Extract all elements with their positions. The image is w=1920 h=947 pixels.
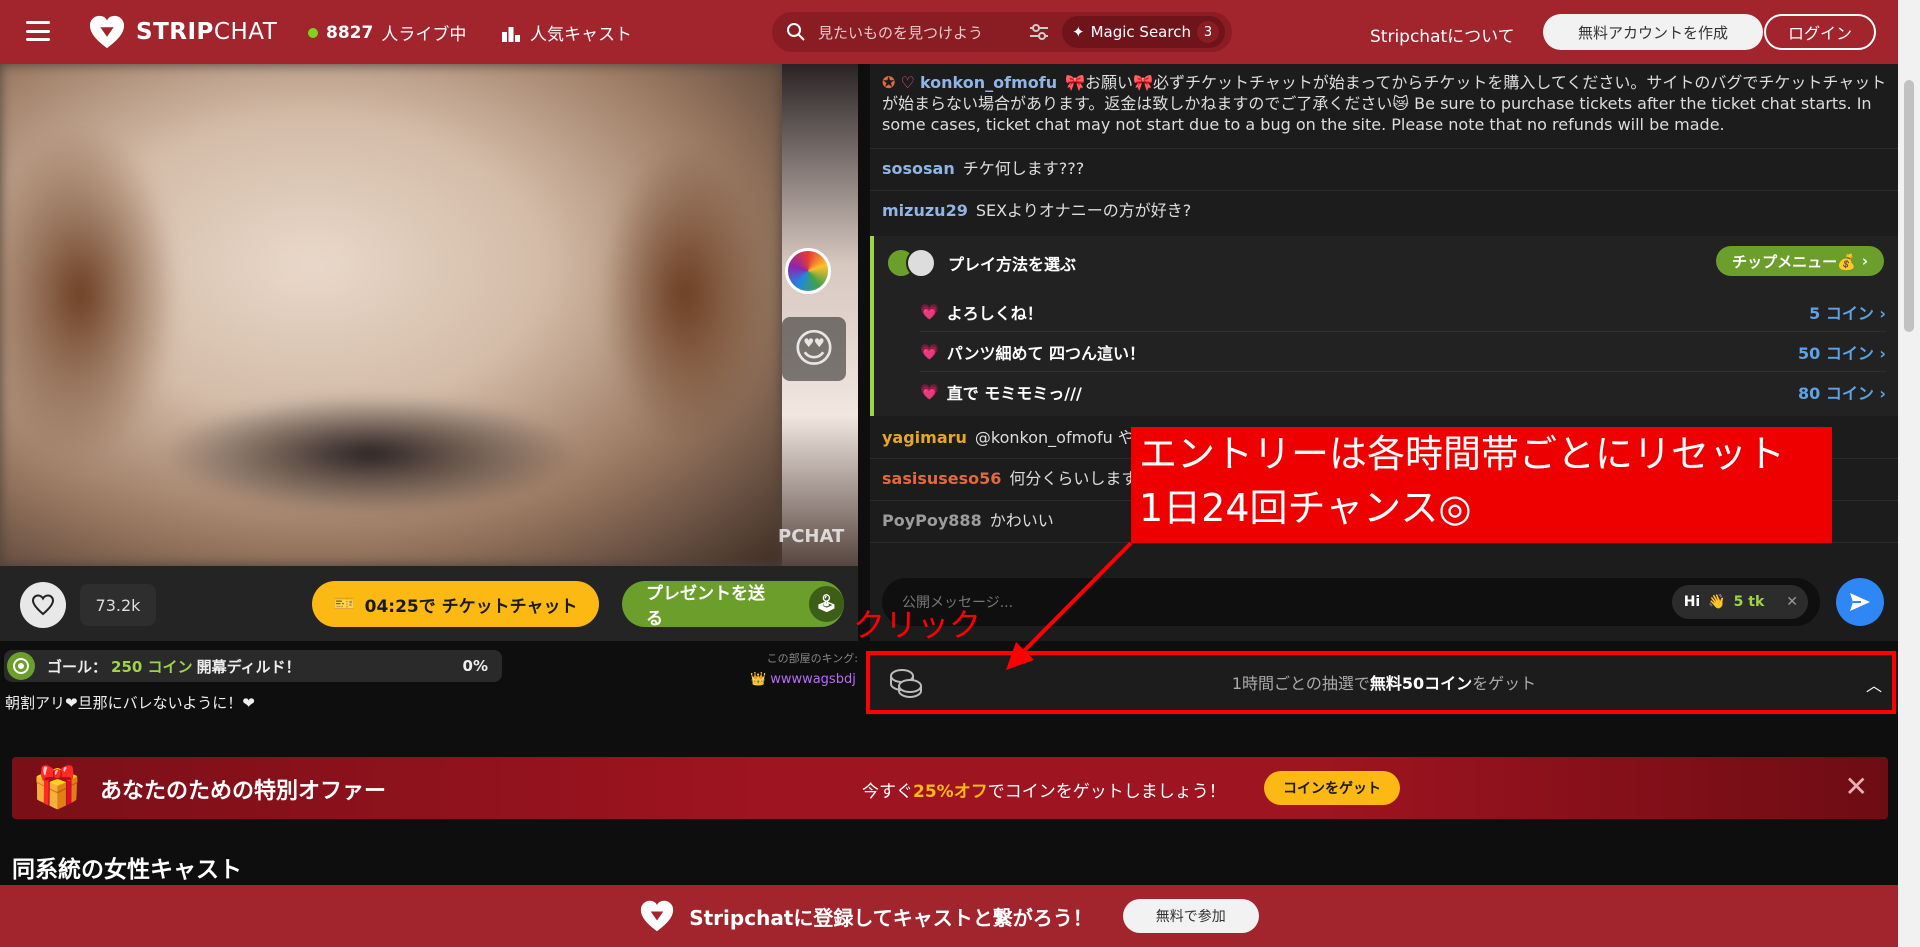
avatar xyxy=(886,248,936,278)
send-gift-button[interactable]: プレゼントを送る 🕹 xyxy=(622,581,844,629)
ticket-chat-button[interactable]: 🎫 04:25で チケットチャット xyxy=(312,581,599,627)
annotation-callout: エントリーは各時間帯ごとにリセット 1日24回チャンス◎ xyxy=(1131,427,1832,543)
section-title: 同系統の女性キャスト xyxy=(12,857,242,883)
chevron-right-icon: › xyxy=(1861,252,1868,270)
live-count[interactable]: 8827 人ライブ中 xyxy=(308,20,466,45)
annotation-click-label: クリック xyxy=(853,606,982,644)
login-button[interactable]: ログイン xyxy=(1764,14,1876,50)
sparkle-icon: ✦ xyxy=(1072,23,1085,41)
room-king: この部屋のキング: 👑 wwwwagsbdj xyxy=(750,652,858,687)
ticket-icon: 🎫 xyxy=(333,594,355,614)
crown-icon: 👑 xyxy=(750,672,767,687)
search-bar[interactable]: 見たいものを見つけよう ✦ Magic Search 3 xyxy=(772,12,1232,52)
podium-icon xyxy=(502,26,520,42)
send-icon xyxy=(1850,593,1870,611)
tip-menu-item[interactable]: 💗 よろしくね！ 5 コイン › xyxy=(920,292,1886,332)
video-player[interactable]: 😍 PCHAT xyxy=(0,64,858,566)
pink-heart-icon: 💗 xyxy=(920,383,939,401)
tip-menu-item[interactable]: 💗 パンツ細めて 四つん這い！ 50 コイン › xyxy=(920,332,1886,372)
logo-heart-icon xyxy=(641,900,674,932)
wave-icon: 👋 xyxy=(1708,594,1726,610)
badge-icon: ✪ xyxy=(882,73,896,92)
special-offer-banner[interactable]: 🎁 あなたのための特別オファー 今すぐ25%オフでコインをゲットしましょう！ コ… xyxy=(12,757,1888,819)
filter-icon[interactable] xyxy=(1028,21,1050,43)
menu-icon[interactable] xyxy=(26,21,50,41)
joystick-icon: 🕹 xyxy=(808,586,844,622)
target-icon xyxy=(7,652,35,680)
magic-search-badge: 3 xyxy=(1196,21,1219,43)
chat-panel: ✪ ♡ konkon_ofmofu 🎀お願い🎀必ずチケットチャットが始まってからチ… xyxy=(870,64,1898,641)
tip-menu-item[interactable]: 💗 直で モミモミっ/// 80 コイン › xyxy=(920,372,1886,412)
close-icon[interactable]: ✕ xyxy=(1845,770,1868,803)
popular-casts-link[interactable]: 人気キャスト xyxy=(502,20,632,45)
emoji-reaction-button[interactable]: 😍 xyxy=(782,317,846,381)
close-icon[interactable]: ✕ xyxy=(1786,594,1798,610)
chat-message: ✪ ♡ konkon_ofmofu 🎀お願い🎀必ずチケットチャットが始まってからチ… xyxy=(882,73,1887,134)
stripchat-logo[interactable]: STRIPCHAT xyxy=(88,14,277,50)
chat-message-input[interactable]: 公開メッセージ... Hi 👋 5 tk ✕ xyxy=(882,578,1820,626)
create-account-button[interactable]: 無料アカウントを作成 xyxy=(1543,14,1763,50)
heart-badge-icon: ♡ xyxy=(900,73,915,92)
top-header: STRIPCHAT 8827 人ライブ中 人気キャスト 見たいものを見つけよう … xyxy=(0,0,1898,64)
heart-icon xyxy=(31,594,55,616)
signup-footer-bar: Stripchatに登録してキャストと繋がろう！ 無料で参加 xyxy=(0,885,1898,947)
live-dot-icon xyxy=(308,27,318,38)
heart-eyes-icon: 😍 xyxy=(793,326,835,372)
search-input[interactable]: 見たいものを見つけよう xyxy=(818,22,1008,43)
get-coins-button[interactable]: コインをゲット xyxy=(1264,771,1400,805)
favorites-count: 73.2k xyxy=(80,584,156,626)
tip-menu-button[interactable]: チップメニュー💰 › xyxy=(1716,246,1884,276)
quick-tip-chip[interactable]: Hi 👋 5 tk ✕ xyxy=(1671,585,1808,619)
page-scrollbar[interactable] xyxy=(1898,0,1920,947)
favorite-button[interactable] xyxy=(20,582,66,628)
goal-percent: 0% xyxy=(462,657,488,675)
logo-heart-icon xyxy=(89,15,125,49)
room-subject: 朝割アリ❤旦那にバレないように！❤ xyxy=(5,694,255,712)
tip-menu: プレイ方法を選ぶ チップメニュー💰 › 💗 よろしくね！ 5 コイン › 💗 パ… xyxy=(870,236,1898,416)
about-link[interactable]: Stripchatについて xyxy=(1370,22,1515,47)
goal-bar: ゴール： 250 コイン 開幕ディルド！ 0% xyxy=(4,650,502,682)
gift-box-icon: 🎁 xyxy=(32,765,82,811)
video-watermark: PCHAT xyxy=(778,526,845,547)
annotation-highlight-box xyxy=(866,651,1896,714)
video-action-bar: 73.2k 🎫 04:25で チケットチャット プレゼントを送る 🕹 xyxy=(0,566,858,641)
scrollbar-thumb[interactable] xyxy=(1904,80,1914,332)
send-button[interactable] xyxy=(1836,578,1884,626)
join-free-button[interactable]: 無料で参加 xyxy=(1122,899,1259,933)
chat-message: sososan チケ何します??? xyxy=(882,159,1085,178)
chat-message: mizuzu29 SEXよりオナニーの方が好き? xyxy=(882,201,1192,220)
fortune-wheel-icon[interactable] xyxy=(785,248,831,294)
pink-heart-icon: 💗 xyxy=(920,342,939,361)
search-icon xyxy=(787,23,805,41)
pink-heart-icon: 💗 xyxy=(920,302,939,321)
magic-search-button[interactable]: ✦ Magic Search 3 xyxy=(1062,16,1225,48)
